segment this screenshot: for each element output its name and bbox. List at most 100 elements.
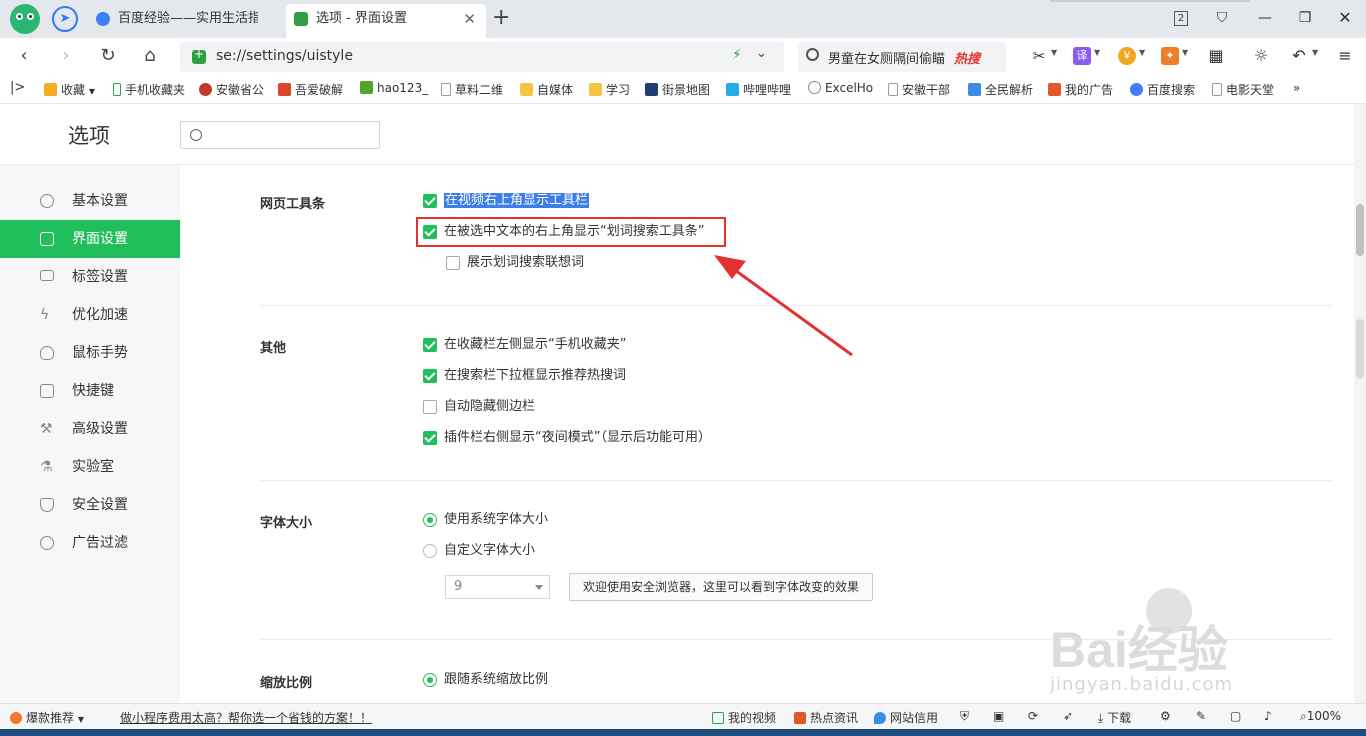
bookmark-item[interactable]: 手机收藏夹 (113, 81, 185, 98)
chevron-down-icon[interactable]: ▼ (1094, 48, 1100, 57)
search-icon (190, 129, 202, 141)
image-icon[interactable]: ▣ (993, 709, 1004, 723)
bookmark-item[interactable]: 街景地图 (645, 81, 710, 98)
bookmark-item[interactable]: 自媒体 (520, 81, 573, 98)
forward-button[interactable]: › (54, 44, 78, 68)
gear-icon (40, 194, 54, 208)
bookmark-label: 安徽省公 (216, 83, 265, 97)
settings-search-input[interactable] (180, 121, 380, 149)
bookmark-label: 自媒体 (537, 83, 574, 97)
bookmark-item[interactable]: 哔哩哔哩 (726, 81, 791, 98)
bookmark-item[interactable]: 安徽省公 (199, 81, 264, 98)
skin-icon[interactable]: ⛉ (1212, 8, 1232, 28)
tab-settings[interactable]: 选项 - 界面设置 ✕ (286, 4, 486, 38)
bookmark-item[interactable]: ExcelHo (808, 81, 873, 95)
zoom-button[interactable]: ⌕100% (1300, 709, 1341, 724)
restore-button[interactable]: ❐ (1295, 8, 1315, 28)
ad-icon (1048, 83, 1061, 96)
chevron-down-icon[interactable]: ▼ (1139, 48, 1145, 57)
apps-grid-icon[interactable]: ▦ (1207, 47, 1225, 65)
bookmark-item[interactable]: 全民解析 (968, 81, 1033, 98)
navigate-icon[interactable]: ➤ (52, 6, 78, 32)
scrollbar[interactable] (1354, 104, 1366, 703)
globe-icon (808, 81, 821, 94)
fire-icon (10, 712, 22, 724)
game-icon[interactable]: ✦ (1161, 47, 1179, 65)
chevron-down-icon: ▼ (77, 715, 84, 724)
clipboard-icon[interactable]: ✎ (1196, 709, 1206, 723)
ad-link[interactable]: 做小程序费用太高？帮你选一个省钱的方案！！ (120, 709, 372, 726)
tab-strip-decoration (1050, 0, 1250, 2)
rocket-icon[interactable]: ➶ (1063, 709, 1073, 723)
speed-bolt-icon[interactable]: ⚡ (732, 47, 742, 63)
cookie-icon[interactable]: ⚙ (1160, 709, 1171, 723)
sidebar-item-shortcuts[interactable]: 快捷键 (0, 372, 180, 410)
home-button[interactable]: ⌂ (138, 44, 162, 68)
hot-news-button[interactable]: 热点资讯 (794, 709, 858, 726)
bookmark-overflow-button[interactable]: » (1293, 81, 1300, 95)
new-tab-button[interactable]: + (492, 4, 510, 32)
chevron-down-icon[interactable]: ⌄ (756, 46, 767, 61)
site-credit-button[interactable]: 网站信用 (874, 709, 938, 726)
address-url[interactable]: se://settings/uistyle (216, 48, 353, 64)
menu-icon[interactable]: ≡ (1336, 47, 1354, 65)
window-count-badge[interactable]: 2 (1174, 11, 1188, 26)
sidebar-item-interface[interactable]: 界面设置 (0, 220, 180, 258)
sidebar-item-tabs[interactable]: 标签设置 (0, 258, 180, 296)
translate-icon[interactable]: 译 (1073, 47, 1091, 65)
bookmark-item[interactable]: hao123_ (360, 81, 428, 95)
sidebar-toggle-icon[interactable]: |> (10, 80, 25, 95)
search-suggestion[interactable]: 男童在女厕隔间偷瞄 (828, 48, 945, 67)
bookmark-item[interactable]: 安徽干部 (888, 81, 950, 98)
scissors-icon[interactable]: ✂ (1030, 47, 1048, 65)
window-icon[interactable]: ▢ (1230, 709, 1241, 723)
status-bar: 爆款推荐 ▼ 做小程序费用太高？帮你选一个省钱的方案！！ 我的视频 热点资讯 网… (0, 703, 1366, 729)
tab-icon (40, 270, 54, 281)
bookmark-item[interactable]: 吾爱破解 (278, 81, 343, 98)
sidebar-item-adblock[interactable]: 广告过滤 (0, 524, 180, 562)
bookmark-label: 学习 (606, 83, 631, 97)
address-bar[interactable]: se://settings/uistyle ⚡ ⌄ (180, 42, 784, 72)
download-button[interactable]: ⤓ 下载 (1098, 709, 1131, 726)
sidebar-item-mouse[interactable]: 鼠标手势 (0, 334, 180, 372)
reload-button[interactable]: ↻ (96, 44, 120, 68)
undo-icon[interactable]: ↶ (1290, 47, 1308, 65)
hao123-icon (360, 81, 373, 94)
scrollbar-thumb[interactable] (1356, 204, 1364, 256)
brightness-icon[interactable]: ☼ (1252, 47, 1270, 65)
close-tab-icon[interactable]: ✕ (463, 4, 476, 34)
minimize-button[interactable]: — (1255, 8, 1275, 28)
bookmark-item[interactable]: 草料二维 (441, 81, 503, 98)
bolt-icon: ϟ (40, 307, 50, 323)
street-map-icon (645, 83, 658, 96)
my-video-button[interactable]: 我的视频 (712, 709, 776, 726)
close-window-button[interactable]: ✕ (1335, 8, 1355, 28)
sync-icon[interactable]: ⟳ (1028, 709, 1038, 723)
bookmark-item[interactable]: 我的广告 (1048, 81, 1113, 98)
sidebar-item-basic[interactable]: 基本设置 (0, 182, 180, 220)
chevron-down-icon[interactable]: ▼ (1182, 48, 1188, 57)
bookmark-item[interactable]: 百度搜索 (1130, 81, 1195, 98)
back-button[interactable]: ‹ (12, 44, 36, 68)
shield-status-icon[interactable]: ⛨ (960, 709, 969, 724)
search-box[interactable]: 男童在女厕隔间偷瞄 热搜 (798, 42, 1006, 72)
bookmark-item[interactable]: 学习 (589, 81, 630, 98)
bookmark-item[interactable]: 收藏 ▼ (44, 81, 95, 98)
sidebar-item-label: 快捷键 (72, 383, 114, 399)
sidebar-item-advanced[interactable]: ⚒ 高级设置 (0, 410, 180, 448)
chevron-down-icon[interactable]: ▼ (1051, 48, 1057, 57)
chevron-down-icon[interactable]: ▼ (1312, 48, 1318, 57)
sidebar-item-optimize[interactable]: ϟ 优化加速 (0, 296, 180, 334)
folder-icon (520, 83, 533, 96)
volume-icon[interactable]: ♪ (1264, 709, 1272, 723)
bookmark-label: hao123_ (377, 81, 429, 95)
recommend-button[interactable]: 爆款推荐 ▼ (10, 709, 84, 726)
sidebar-item-lab[interactable]: ⚗ 实验室 (0, 448, 180, 486)
tab-baidu-jingyan[interactable]: 百度经验——实用生活指南 (88, 4, 284, 38)
my-video-label: 我的视频 (728, 711, 777, 725)
bookmark-item[interactable]: 电影天堂 (1212, 81, 1274, 98)
scrollbar-thumb-secondary[interactable] (1356, 319, 1364, 379)
sidebar-item-security[interactable]: 安全设置 (0, 486, 180, 524)
coupon-icon[interactable]: ¥ (1118, 47, 1136, 65)
browser-logo-icon[interactable] (10, 4, 40, 34)
